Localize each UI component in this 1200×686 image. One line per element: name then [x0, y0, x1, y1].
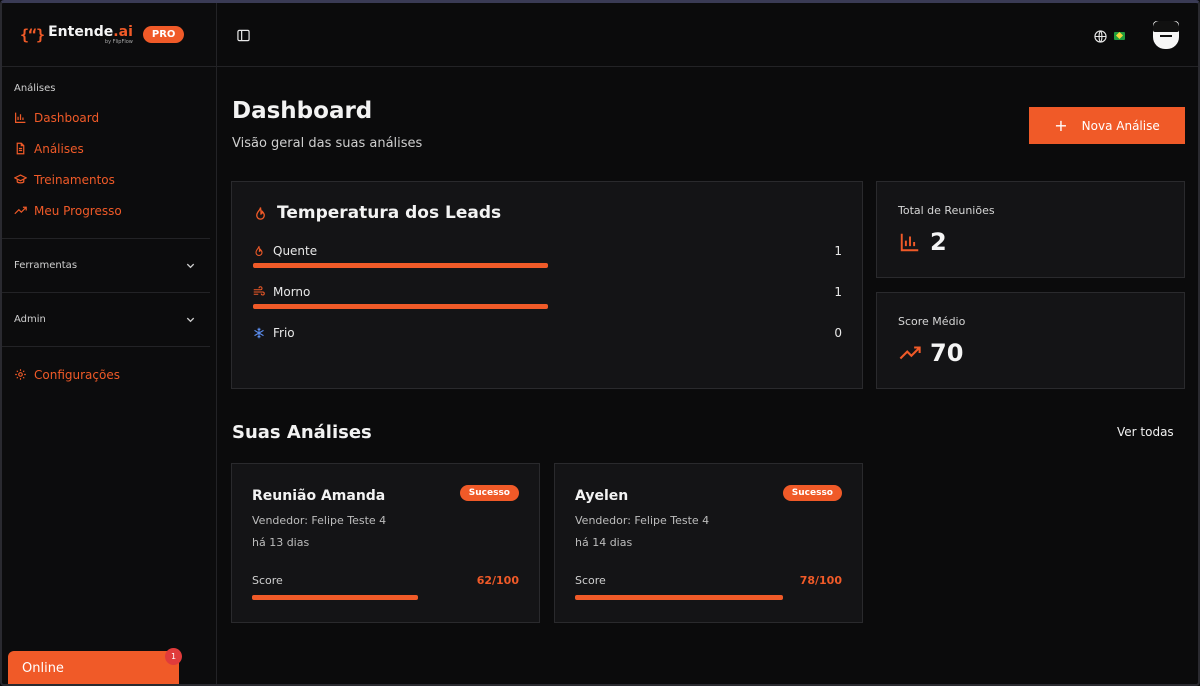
sidebar-toggle-icon[interactable]	[237, 29, 250, 42]
app-window: {“} Entende.ai by FlipFlow PRO Análises …	[0, 0, 1200, 686]
analysis-date: há 14 dias	[575, 536, 633, 549]
sidebar-item-label: Treinamentos	[34, 172, 115, 187]
score-value: 62/100	[476, 574, 519, 587]
graduation-cap-icon	[14, 174, 27, 184]
sidebar-item-treinamentos[interactable]: Treinamentos	[2, 164, 216, 195]
leads-title: Temperatura dos Leads	[253, 203, 501, 223]
score-progress-bar	[575, 595, 783, 600]
lead-row-quente: Quente 1	[253, 244, 842, 274]
lead-count: 1	[834, 244, 842, 258]
lead-label: Morno	[253, 285, 310, 299]
lead-row-morno: Morno 1	[253, 285, 842, 315]
sidebar-item-dashboard[interactable]: Dashboard	[2, 102, 216, 133]
lead-progress-bar	[253, 263, 548, 268]
document-icon	[16, 142, 25, 155]
new-analysis-button[interactable]: + Nova Análise	[1029, 107, 1185, 144]
analysis-card[interactable]: Reunião Amanda Sucesso Vendedor: Felipe …	[231, 463, 540, 623]
analyses-section-title: Suas Análises	[232, 422, 372, 443]
see-all-link[interactable]: Ver todas	[1117, 425, 1174, 439]
sidebar-item-label: Configurações	[34, 367, 120, 382]
settings-section: Configurações	[2, 346, 210, 390]
status-badge: Sucesso	[459, 485, 519, 501]
logo-name-main: Entende	[48, 23, 114, 40]
analysis-seller: Vendedor: Felipe Teste 4	[575, 514, 710, 527]
pro-badge: PRO	[142, 26, 185, 43]
analysis-card[interactable]: Ayelen Sucesso Vendedor: Felipe Teste 4 …	[554, 463, 863, 623]
bar-chart-icon	[900, 233, 919, 252]
page-subtitle: Visão geral das suas análises	[232, 136, 423, 151]
chevron-down-icon	[186, 263, 195, 269]
logo-subtitle: by FlipFlow	[104, 38, 133, 45]
lead-count: 1	[834, 285, 842, 299]
new-analysis-label: Nova Análise	[1081, 118, 1160, 133]
lead-label-text: Frio	[273, 326, 295, 340]
group-label: Ferramentas	[14, 260, 78, 271]
total-meetings-value: 2	[898, 228, 947, 256]
flame-icon	[256, 206, 265, 220]
plus-icon: +	[1054, 115, 1068, 135]
logo-name-accent: .ai	[113, 23, 133, 40]
analysis-title: Reunião Amanda	[252, 488, 386, 504]
gear-icon	[15, 369, 26, 380]
sidebar-item-analises[interactable]: Análises	[2, 133, 216, 164]
analysis-title: Ayelen	[575, 488, 629, 504]
lead-label-text: Morno	[273, 285, 311, 299]
sidebar-item-label: Análises	[34, 141, 84, 156]
bar-chart-icon	[15, 112, 26, 123]
logo-name: Entende.ai	[48, 25, 133, 39]
brazil-flag-icon[interactable]	[1114, 32, 1125, 40]
logo-mark: {“}	[20, 25, 45, 44]
leads-temperature-card: Temperatura dos Leads Quente 1 Morno 1 F…	[231, 181, 863, 389]
lead-count: 0	[834, 326, 842, 340]
trending-up-icon	[899, 346, 921, 360]
total-meetings-number: 2	[930, 228, 947, 256]
score-label: Score	[252, 574, 283, 587]
main-content: Dashboard Visão geral das suas análises …	[217, 67, 1198, 684]
score-value: 78/100	[799, 574, 842, 587]
online-status-button[interactable]: Online	[8, 651, 179, 684]
sidebar-item-configuracoes[interactable]: Configurações	[2, 359, 210, 390]
analysis-date: há 13 dias	[252, 536, 310, 549]
average-score-label: Score Médio	[898, 315, 966, 328]
avatar[interactable]	[1153, 21, 1179, 49]
sidebar: {“} Entende.ai by FlipFlow PRO Análises …	[2, 3, 217, 684]
brand[interactable]: {“} Entende.ai by FlipFlow PRO	[2, 3, 216, 67]
sidebar-item-label: Dashboard	[34, 110, 100, 125]
status-badge: Sucesso	[782, 485, 842, 501]
lead-label: Quente	[253, 244, 317, 258]
sidebar-item-meu-progresso[interactable]: Meu Progresso	[2, 195, 216, 226]
page-title: Dashboard	[232, 98, 373, 124]
lead-label-text: Quente	[273, 244, 318, 258]
sidebar-group-ferramentas[interactable]: Ferramentas	[2, 238, 210, 292]
wind-icon	[253, 286, 265, 296]
lead-progress-bar	[253, 304, 548, 309]
globe-icon[interactable]	[1094, 30, 1107, 43]
lead-label: Frio	[253, 326, 295, 340]
total-meetings-label: Total de Reuniões	[898, 204, 995, 217]
logo: Entende.ai by FlipFlow	[48, 25, 133, 45]
lead-row-frio: Frio 0	[253, 326, 842, 356]
average-score-card: Score Médio 70	[876, 292, 1185, 389]
flame-icon	[255, 246, 263, 256]
analysis-seller: Vendedor: Felipe Teste 4	[252, 514, 387, 527]
sidebar-item-label: Meu Progresso	[34, 203, 122, 218]
score-label: Score	[575, 574, 606, 587]
group-label: Admin	[14, 314, 46, 325]
average-score-number: 70	[930, 339, 964, 367]
leads-title-text: Temperatura dos Leads	[277, 203, 502, 223]
score-progress-bar	[252, 595, 418, 600]
trending-up-icon	[14, 206, 27, 215]
chevron-down-icon	[186, 317, 195, 323]
topbar	[217, 3, 1198, 67]
total-meetings-card: Total de Reuniões 2	[876, 181, 1185, 278]
nav-section-analises: Análises	[14, 83, 56, 94]
notification-badge: 1	[165, 648, 182, 665]
sidebar-group-admin[interactable]: Admin	[2, 292, 210, 346]
average-score-value: 70	[898, 339, 963, 367]
snowflake-icon	[254, 327, 264, 339]
